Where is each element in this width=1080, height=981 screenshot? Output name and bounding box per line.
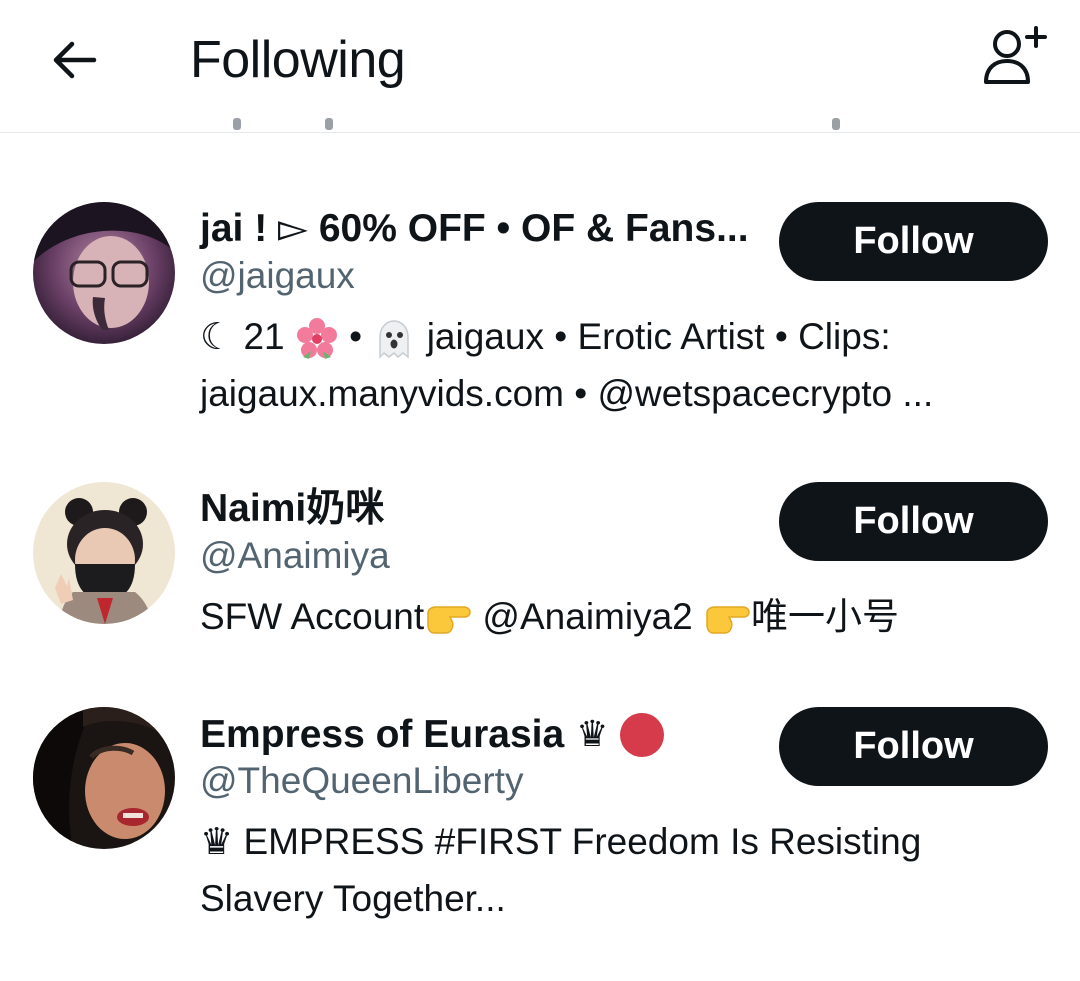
user-display-name[interactable]: jai ! ▻ 60% OFF • OF & Fans... <box>200 206 749 252</box>
pointing-right-icon <box>706 606 750 634</box>
scrolled-content-fragment <box>832 118 840 130</box>
crown-icon: ♛ <box>576 714 609 755</box>
user-bio: ♛ EMPRESS #FIRST Freedom Is Resisting <box>200 821 922 862</box>
user-bio: ☾ 21 • jaigaux • Erotic Artist • Clips: <box>200 308 891 365</box>
scrolled-content-fragment <box>233 118 241 130</box>
avatar[interactable] <box>33 202 175 344</box>
back-button[interactable] <box>50 36 98 84</box>
page-title: Following <box>190 31 406 89</box>
list-item-user[interactable]: Naimi奶咪 @Anaimiya SFW Account @Anaimiya2… <box>0 460 1080 660</box>
avatar-image <box>33 202 175 344</box>
avatar-image <box>33 482 175 624</box>
ghost-icon <box>379 320 410 360</box>
top-app-bar: Following <box>0 0 1080 133</box>
follow-button[interactable]: Follow <box>779 202 1048 281</box>
user-handle: @Anaimiya <box>200 535 390 576</box>
user-handle: @TheQueenLiberty <box>200 760 524 801</box>
scrolled-content-fragment <box>325 118 333 130</box>
follow-button[interactable]: Follow <box>779 707 1048 786</box>
user-display-name[interactable]: Naimi奶咪 <box>200 486 384 532</box>
avatar[interactable] <box>33 482 175 624</box>
user-bio-line-2: jaigaux.manyvids.com • @wetspacecrypto .… <box>200 373 934 414</box>
pointing-right-icon <box>427 606 471 634</box>
avatar[interactable] <box>33 707 175 849</box>
avatar-image <box>33 707 175 849</box>
add-user-icon <box>984 26 1047 84</box>
user-bio-line-2: Slavery Together... <box>200 878 506 919</box>
list-item-user[interactable]: jai ! ▻ 60% OFF • OF & Fans... @jaigaux … <box>0 180 1080 440</box>
follow-button[interactable]: Follow <box>779 482 1048 561</box>
red-circle-icon <box>620 713 665 757</box>
list-item-user[interactable]: Empress of Eurasia ♛ @TheQueenLiberty ♛ … <box>0 685 1080 945</box>
arrow-left-icon <box>53 41 97 79</box>
add-user-button[interactable] <box>980 24 1050 88</box>
user-display-name[interactable]: Empress of Eurasia ♛ <box>200 711 666 759</box>
user-handle: @jaigaux <box>200 255 355 296</box>
user-bio: SFW Account @Anaimiya2 唯一小号 <box>200 588 899 645</box>
hibiscus-icon <box>296 318 337 360</box>
